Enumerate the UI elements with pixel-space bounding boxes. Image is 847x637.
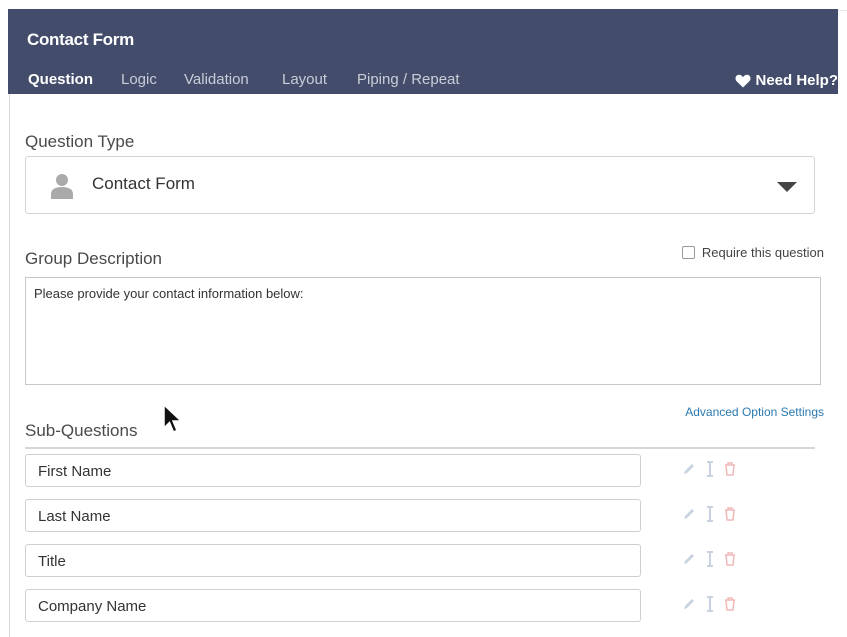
- move-icon[interactable]: [706, 506, 714, 522]
- advanced-option-settings-link[interactable]: Advanced Option Settings: [685, 405, 824, 419]
- tab-logic[interactable]: Logic: [121, 71, 157, 88]
- sub-question-input[interactable]: Company Name: [25, 589, 641, 622]
- group-description-textarea[interactable]: Please provide your contact information …: [25, 277, 821, 385]
- chevron-down-icon: [777, 182, 797, 192]
- trash-icon[interactable]: [724, 552, 736, 566]
- sub-question-text: Title: [38, 553, 66, 570]
- need-help-link[interactable]: Need Help?: [735, 72, 838, 89]
- trash-icon[interactable]: [724, 597, 736, 611]
- pencil-icon[interactable]: [682, 507, 696, 521]
- tab-validation[interactable]: Validation: [184, 71, 249, 88]
- sub-question-text: Company Name: [38, 598, 147, 615]
- tab-piping-repeat[interactable]: Piping / Repeat: [357, 71, 460, 88]
- sub-question-input[interactable]: Title: [25, 544, 641, 577]
- question-type-value: Contact Form: [92, 174, 195, 193]
- require-question-label: Require this question: [701, 245, 824, 260]
- tab-bar: Question Logic Validation Layout Piping …: [8, 64, 838, 101]
- sub-question-input[interactable]: Last Name: [25, 499, 641, 532]
- question-type-label: Question Type: [25, 132, 135, 151]
- sub-questions-label: Sub-Questions: [25, 421, 138, 440]
- sub-question-input[interactable]: First Name: [25, 454, 641, 487]
- sub-question-text: First Name: [38, 463, 112, 480]
- editor-header: Contact Form Question Logic Validation L…: [8, 9, 838, 101]
- mouse-pointer-icon: [162, 403, 184, 439]
- tab-layout[interactable]: Layout: [282, 71, 327, 88]
- move-icon[interactable]: [706, 596, 714, 612]
- sub-questions-divider: [25, 447, 815, 449]
- heart-icon: [735, 74, 751, 88]
- sub-question-row: Title: [25, 544, 815, 577]
- group-description-label: Group Description: [25, 249, 163, 268]
- move-icon[interactable]: [706, 461, 714, 477]
- pencil-icon[interactable]: [682, 462, 696, 476]
- question-type-select[interactable]: Contact Form: [25, 156, 815, 214]
- sub-question-row: Last Name: [25, 499, 815, 532]
- trash-icon[interactable]: [724, 462, 736, 476]
- pencil-icon[interactable]: [682, 552, 696, 566]
- require-question-toggle: Require this question: [681, 245, 824, 260]
- header-title: Contact Form: [27, 30, 134, 49]
- page: Contact Form Question Logic Validation L…: [0, 0, 847, 637]
- need-help-label: Need Help?: [755, 72, 838, 89]
- move-icon[interactable]: [706, 551, 714, 567]
- sub-question-row: First Name: [25, 454, 815, 487]
- pencil-icon[interactable]: [682, 597, 696, 611]
- sub-question-row: Company Name: [25, 589, 815, 622]
- trash-icon[interactable]: [724, 507, 736, 521]
- require-question-checkbox[interactable]: [681, 246, 695, 259]
- sub-question-text: Last Name: [38, 508, 111, 525]
- person-icon: [50, 173, 74, 204]
- tab-question[interactable]: Question: [28, 71, 94, 101]
